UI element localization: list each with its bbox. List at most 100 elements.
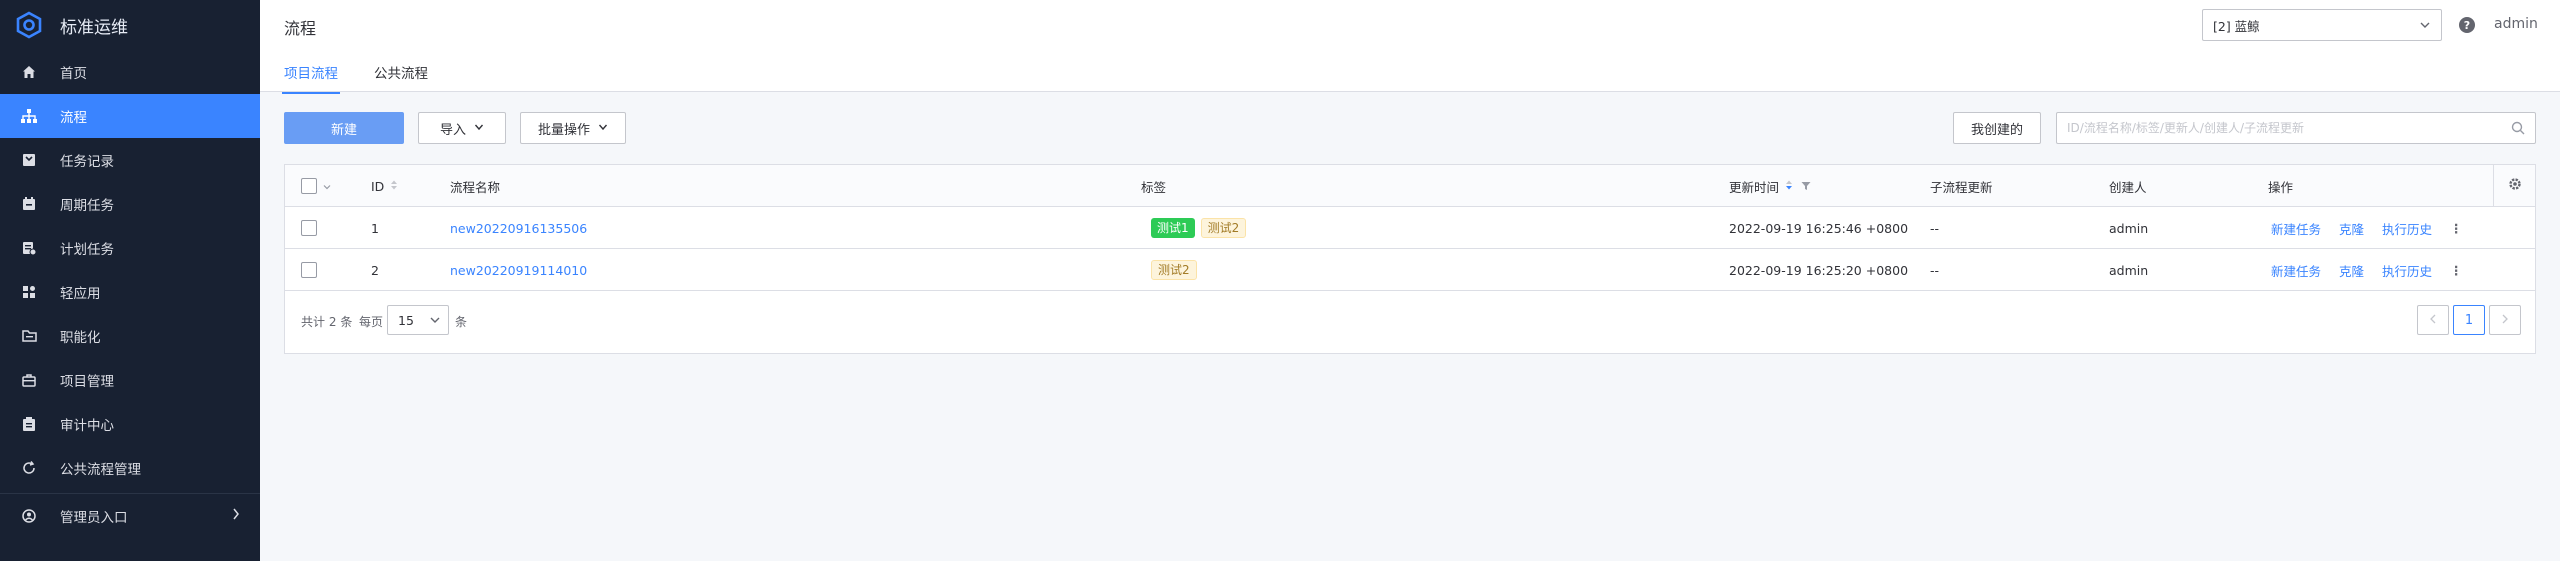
search-icon[interactable]: [2511, 121, 2525, 139]
flow-name-link[interactable]: new20220919114010: [450, 249, 587, 291]
column-id[interactable]: ID: [371, 165, 398, 207]
new-button[interactable]: 新建: [284, 112, 404, 144]
chevron-down-icon[interactable]: [323, 179, 331, 194]
select-all-cell: [301, 165, 331, 207]
column-name: 流程名称: [450, 179, 501, 195]
tag: 测试2: [1151, 260, 1197, 280]
project-select-value: [2] 蓝鲸: [2213, 18, 2260, 34]
page-number-button[interactable]: 1: [2453, 305, 2485, 335]
row-checkbox[interactable]: [301, 220, 317, 236]
search-input[interactable]: [2057, 113, 2497, 143]
row-id: 2: [371, 262, 379, 278]
row-ops: 新建任务 克隆 执行历史 ⋮: [2271, 249, 2467, 291]
per-page-label: 每页: [359, 315, 384, 329]
sidebar-item-flow[interactable]: 流程: [0, 94, 260, 138]
row-updated: 2022-09-19 16:25:20 +0800: [1729, 262, 1909, 278]
chevron-down-icon: [474, 121, 484, 136]
row-checkbox[interactable]: [301, 262, 317, 278]
import-button-label: 导入: [439, 122, 466, 138]
prev-page-button[interactable]: [2417, 305, 2449, 335]
sidebar-item-label: 审计中心: [60, 418, 114, 434]
page-size-value: 15: [398, 312, 414, 328]
brand[interactable]: 标准运维: [0, 0, 260, 50]
next-page-button[interactable]: [2489, 305, 2521, 335]
column-creator: 创建人: [2109, 179, 2147, 195]
history-link[interactable]: 执行历史: [2382, 261, 2432, 280]
column-subflow: 子流程更新: [1930, 179, 1993, 195]
task-record-icon: [20, 151, 38, 169]
table-row: 2 new20220919114010 测试2 2022-09-19 16:25…: [285, 249, 2535, 291]
sidebar-item-plan-task[interactable]: 计划任务: [0, 226, 260, 270]
sidebar-item-periodic-task[interactable]: 周期任务: [0, 182, 260, 226]
sidebar-item-project-manage[interactable]: 项目管理: [0, 358, 260, 402]
flow-name-link[interactable]: new20220916135506: [450, 207, 587, 249]
calendar-icon: [20, 195, 38, 213]
pagination-total: 共计 2 条: [301, 313, 352, 330]
plan-icon: [20, 239, 38, 257]
row-subflow: --: [1930, 262, 1940, 278]
sidebar-item-public-flow-manage[interactable]: 公共流程管理: [0, 446, 260, 490]
new-task-link[interactable]: 新建任务: [2271, 261, 2321, 280]
sidebar-item-light-app[interactable]: 轻应用: [0, 270, 260, 314]
sidebar-item-label: 职能化: [60, 330, 101, 346]
chevron-down-icon: [429, 314, 441, 329]
column-tags: 标签: [1141, 179, 1167, 195]
sidebar-item-label: 公共流程管理: [60, 462, 141, 478]
created-by-me-button[interactable]: 我创建的: [1953, 112, 2041, 144]
sort-icon[interactable]: [390, 179, 398, 194]
sidebar-item-label: 轻应用: [60, 286, 101, 302]
page-title: 流程: [284, 19, 317, 38]
row-tags: 测试1 测试2: [1151, 207, 1252, 249]
sidebar-item-task-record[interactable]: 任务记录: [0, 138, 260, 182]
batch-operation-button[interactable]: 批量操作: [520, 112, 626, 144]
import-button[interactable]: 导入: [418, 112, 506, 144]
user-menu[interactable]: admin: [2494, 16, 2538, 32]
home-icon: [20, 63, 38, 81]
project-select[interactable]: [2] 蓝鲸: [2202, 9, 2442, 41]
sidebar-item-label: 计划任务: [60, 242, 114, 258]
sidebar-item-home[interactable]: 首页: [0, 50, 260, 94]
sidebar-item-function[interactable]: 职能化: [0, 314, 260, 358]
sidebar-item-label: 首页: [60, 66, 87, 82]
select-all-checkbox[interactable]: [301, 178, 317, 194]
sidebar-item-audit[interactable]: 审计中心: [0, 402, 260, 446]
refresh-icon: [20, 459, 38, 477]
tag: 测试1: [1151, 218, 1195, 238]
row-id: 1: [371, 220, 379, 236]
clone-link[interactable]: 克隆: [2339, 219, 2364, 238]
sidebar-item-admin-entry[interactable]: 管理员入口: [0, 494, 260, 538]
audit-icon: [20, 415, 38, 433]
column-label: 更新时间: [1729, 179, 1780, 195]
flow-table: ID 流程名称 标签 更新时间 子流程更新 创建人 操作 1 new202209…: [284, 164, 2536, 354]
tag: 测试2: [1200, 218, 1247, 238]
total-prefix: 共计: [301, 315, 326, 329]
new-task-link[interactable]: 新建任务: [2271, 219, 2321, 238]
project-icon: [20, 371, 38, 389]
gear-icon[interactable]: [2508, 177, 2522, 195]
more-icon[interactable]: ⋮: [2446, 221, 2467, 236]
tab-public-flow[interactable]: 公共流程: [374, 60, 428, 94]
row-checkbox-cell: [301, 207, 317, 249]
column-label: ID: [371, 178, 385, 194]
sidebar: 标准运维 首页 流程 任务记录 周期任务 计划任务 轻应用 职能化 项目管理 审…: [0, 0, 260, 561]
function-icon: [20, 327, 38, 345]
clone-link[interactable]: 克隆: [2339, 261, 2364, 280]
row-subflow: --: [1930, 220, 1940, 236]
page-size-select[interactable]: 15: [387, 305, 449, 335]
sort-icon[interactable]: [1785, 179, 1793, 194]
sidebar-item-label: 流程: [60, 110, 87, 126]
chevron-right-icon: [232, 508, 240, 524]
help-icon[interactable]: ?: [2459, 17, 2475, 33]
admin-icon: [20, 507, 38, 525]
history-link[interactable]: 执行历史: [2382, 219, 2432, 238]
search-box: [2056, 112, 2536, 144]
row-tags: 测试2: [1151, 249, 1203, 291]
page-header: 流程 项目流程 公共流程 [2] 蓝鲸 ? admin: [260, 0, 2560, 94]
sidebar-item-label: 周期任务: [60, 198, 114, 214]
table-settings[interactable]: [2493, 165, 2535, 207]
tab-project-flow[interactable]: 项目流程: [282, 60, 340, 94]
more-icon[interactable]: ⋮: [2446, 263, 2467, 278]
filter-icon[interactable]: [1801, 179, 1811, 194]
column-updated[interactable]: 更新时间: [1729, 165, 1811, 207]
batch-operation-label: 批量操作: [537, 122, 590, 138]
